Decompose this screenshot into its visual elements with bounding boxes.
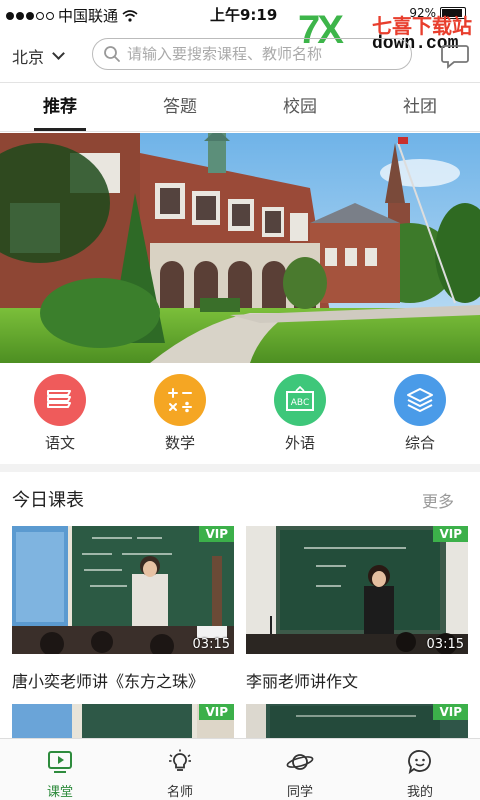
message-icon[interactable] [440, 40, 470, 70]
category-tabs: 推荐 答题 校园 社团 [0, 82, 480, 132]
nav-label: 我的 [406, 785, 433, 800]
course-thumbnail: VIP 03:15 [12, 526, 234, 654]
vip-badge: VIP [433, 704, 468, 720]
course-title: 唐小奕老师讲《东方之珠》 [12, 672, 205, 691]
video-duration: 03:15 [426, 637, 464, 652]
nav-classmates[interactable]: 同学 [240, 739, 360, 800]
category-math[interactable]: 数学 [120, 370, 240, 460]
smiley-chat-icon [408, 750, 431, 775]
campus-banner[interactable] [0, 133, 480, 363]
play-screen-icon [48, 751, 72, 773]
course-card[interactable]: VIP [246, 704, 468, 738]
section-divider [0, 464, 480, 472]
category-label: 数学 [164, 434, 195, 452]
more-link[interactable]: 更多 [422, 488, 454, 512]
category-label: 综合 [404, 434, 435, 452]
nav-label: 名师 [166, 785, 193, 800]
city-selector[interactable]: 北京 [12, 44, 65, 68]
tab-recommend[interactable]: 推荐 [0, 83, 120, 131]
vip-badge: VIP [199, 704, 234, 720]
top-header: 北京 [0, 32, 480, 78]
category-chinese[interactable]: 语文 [0, 370, 120, 460]
category-label: 语文 [44, 434, 75, 452]
chevron-down-icon [52, 46, 65, 60]
nav-label: 同学 [286, 785, 313, 800]
search-input[interactable] [127, 45, 407, 63]
clock: 上午9:19 [210, 6, 278, 24]
books-icon [34, 374, 86, 426]
tab-questions[interactable]: 答题 [120, 83, 240, 131]
carrier-name: 中国联通 [58, 7, 119, 25]
search-icon [104, 46, 120, 62]
course-thumbnail: VIP 03:15 [246, 526, 468, 654]
course-card[interactable]: VIP 03:15 唐小奕老师讲《东方之珠》 [12, 526, 234, 692]
course-thumbnail: VIP [246, 704, 468, 738]
vip-badge: VIP [433, 526, 468, 542]
carrier-group: 中国联通 [6, 5, 138, 26]
search-bar[interactable] [92, 38, 412, 70]
section-title: 今日课表 [12, 490, 84, 511]
tab-clubs[interactable]: 社团 [360, 83, 480, 131]
math-operators-icon [154, 374, 206, 426]
layers-icon [394, 374, 446, 426]
category-label: 外语 [284, 434, 315, 452]
campus-banner-image [0, 133, 480, 363]
tab-campus[interactable]: 校园 [240, 83, 360, 131]
category-english[interactable]: ABC 外语 [240, 370, 360, 460]
nav-teachers[interactable]: 名师 [120, 739, 240, 800]
video-duration: 03:15 [192, 637, 230, 652]
course-card[interactable]: VIP 03:15 李丽老师讲作文 [246, 526, 468, 692]
wifi-icon [122, 9, 138, 22]
course-card[interactable]: VIP [12, 704, 234, 738]
category-general[interactable]: 综合 [360, 370, 480, 460]
signal-icon [6, 11, 54, 20]
svg-text:ABC: ABC [291, 398, 309, 408]
course-title: 李丽老师讲作文 [246, 672, 359, 691]
bottom-nav: 课堂 名师 同学 我的 [0, 738, 480, 800]
vip-badge: VIP [199, 526, 234, 542]
nav-mine[interactable]: 我的 [360, 739, 480, 800]
subject-categories: 语文 数学 ABC 外语 综合 [0, 370, 480, 460]
lightbulb-icon [169, 749, 191, 771]
today-schedule-header: 今日课表 更多 [0, 478, 480, 518]
abc-board-icon: ABC [274, 374, 326, 426]
nav-label: 课堂 [46, 785, 73, 800]
course-thumbnail: VIP [12, 704, 234, 738]
nav-classroom[interactable]: 课堂 [0, 739, 120, 800]
city-name: 北京 [12, 48, 45, 67]
planet-icon [286, 754, 314, 770]
